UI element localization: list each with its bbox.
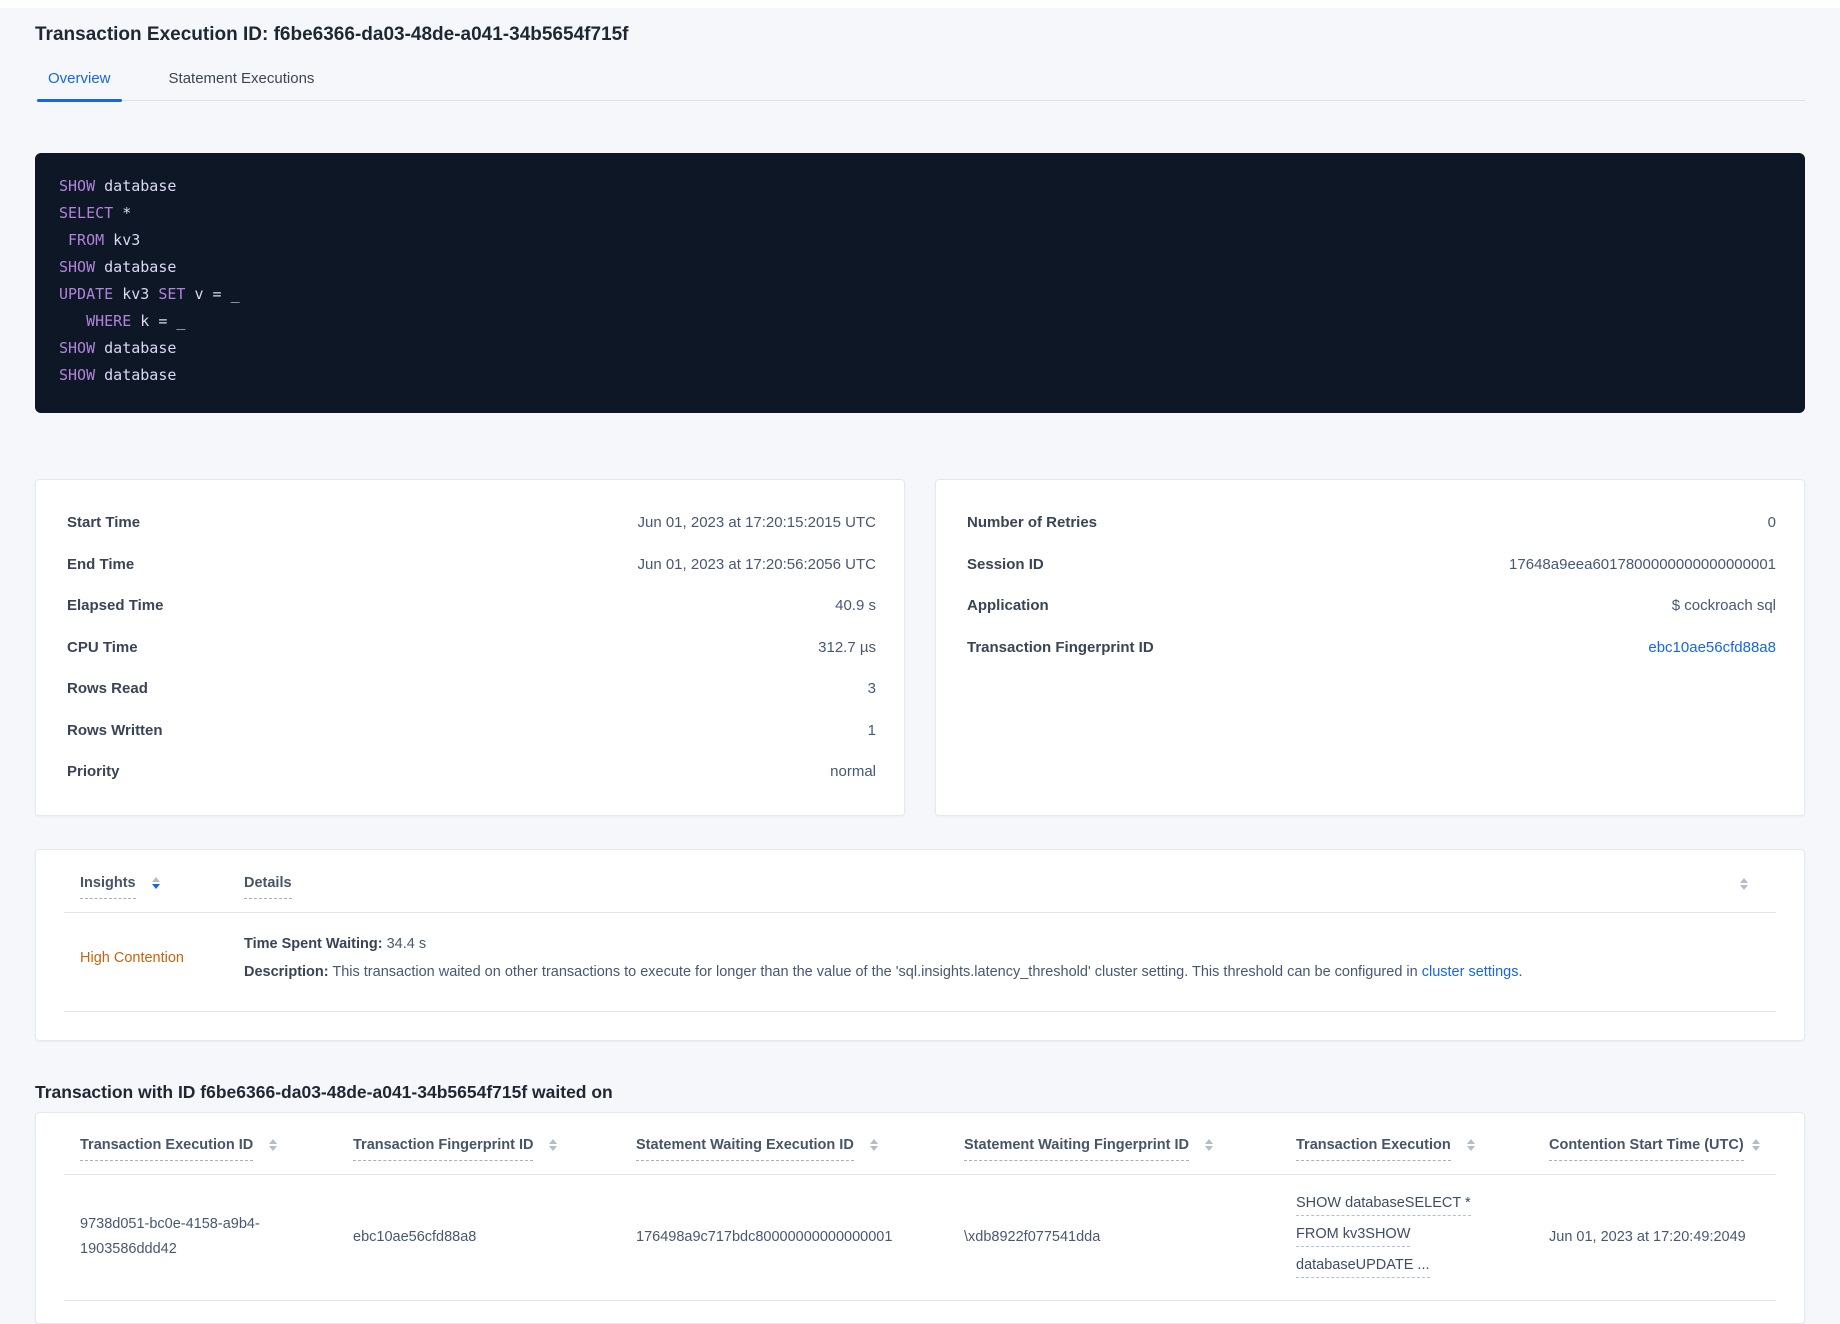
sort-icon[interactable]: [1205, 1138, 1214, 1151]
retries-value: 0: [1767, 514, 1776, 532]
summary-row: Rows Written 1: [67, 710, 876, 752]
summary-label: CPU Time: [67, 638, 138, 656]
summary-label: End Time: [67, 555, 135, 573]
divider: [64, 1299, 1776, 1301]
tab-statement-executions[interactable]: Statement Executions: [169, 70, 315, 100]
summary-label: Rows Written: [67, 721, 163, 739]
summary-row: End Time Jun 01, 2023 at 17:20:56:2056 UT…: [67, 544, 876, 586]
sort-icon[interactable]: [1740, 877, 1748, 890]
description-text: This transaction waited on other transac…: [328, 963, 1422, 980]
sql-line: WHERE k = _: [86, 312, 186, 330]
sql-line: SHOW database: [59, 366, 177, 384]
column-header-transaction-execution-id[interactable]: Transaction Execution ID: [80, 1137, 254, 1161]
cluster-settings-link[interactable]: cluster settings: [1422, 964, 1519, 980]
waited-on-heading: Transaction with ID f6be6366-da03-48de-a…: [35, 1081, 613, 1102]
insights-table: Insights Details High Contention Time Sp…: [35, 848, 1805, 1041]
sql-preview-line: databaseUPDATE ...: [1296, 1257, 1430, 1278]
summary-row: Priority normal: [67, 751, 876, 793]
sql-line: SHOW database: [59, 339, 177, 357]
summary-label: Priority: [67, 763, 120, 781]
sql-line: SELECT *: [59, 204, 132, 222]
summary-row: Application $ cockroach sql: [967, 585, 1776, 627]
sql-line: SHOW database: [59, 258, 177, 276]
summary-label: Number of Retries: [967, 514, 1098, 532]
waited-on-table: Transaction Execution ID Transaction Fin…: [35, 1111, 1805, 1324]
description-suffix: .: [1518, 963, 1523, 980]
summary-label: Transaction Fingerprint ID: [967, 638, 1154, 656]
column-header-transaction-execution[interactable]: Transaction Execution: [1296, 1137, 1451, 1161]
contention-start-time-cell: Jun 01, 2023 at 17:20:49:2049: [1549, 1228, 1746, 1245]
sql-preview-line: FROM kv3SHOW: [1296, 1226, 1411, 1247]
top-strip: [0, 0, 1840, 8]
elapsed-time-value: 40.9 s: [835, 597, 876, 615]
rows-written-value: 1: [867, 721, 876, 739]
summary-row: Rows Read 3: [67, 668, 876, 710]
insights-table-header: Insights Details: [36, 850, 1804, 912]
transaction-fingerprint-id-cell: ebc10ae56cfd88a8: [353, 1228, 477, 1245]
column-header-details[interactable]: Details: [244, 875, 292, 899]
sort-desc-icon[interactable]: [151, 876, 160, 889]
insight-row: High Contention Time Spent Waiting: 34.4…: [36, 913, 1804, 1011]
column-header-statement-waiting-execution-id[interactable]: Statement Waiting Execution ID: [636, 1137, 854, 1161]
summary-label: Elapsed Time: [67, 597, 164, 615]
sql-line: FROM kv3: [68, 231, 141, 249]
sql-line: UPDATE kv3 SET v = _: [59, 285, 240, 303]
column-header-insights[interactable]: Insights: [80, 875, 136, 899]
sort-icon[interactable]: [269, 1138, 278, 1151]
cpu-time-value: 312.7 µs: [818, 638, 876, 656]
session-id-value: 17648a9eea6017800000000000000001: [1509, 555, 1776, 573]
transaction-execution-link[interactable]: SHOW databaseSELECT * FROM kv3SHOW datab…: [1296, 1191, 1549, 1284]
sort-icon[interactable]: [1752, 1138, 1760, 1151]
statement-waiting-execution-id-cell: 176498a9c717bdc80000000000000001: [636, 1228, 893, 1245]
table-row: 9738d051-bc0e-4158-a9b4-1903586ddd42 ebc…: [36, 1175, 1804, 1300]
tab-bar: Overview Statement Executions: [35, 70, 1805, 102]
summary-row: Transaction Fingerprint ID ebc10ae56cfd88…: [967, 627, 1776, 669]
waited-on-table-header: Transaction Execution ID Transaction Fin…: [36, 1113, 1804, 1161]
sort-icon[interactable]: [869, 1138, 878, 1151]
summary-row: Elapsed Time 40.9 s: [67, 585, 876, 627]
summary-label: Application: [967, 597, 1049, 615]
tab-overview[interactable]: Overview: [37, 70, 121, 102]
summary-card-timing: Start Time Jun 01, 2023 at 17:20:15:2015 …: [35, 479, 905, 816]
start-time-value: Jun 01, 2023 at 17:20:15:2015 UTC: [637, 514, 876, 532]
time-spent-waiting-value: 34.4 s: [382, 935, 427, 952]
summary-row: Start Time Jun 01, 2023 at 17:20:15:2015 …: [67, 502, 876, 544]
page-title: Transaction Execution ID: f6be6366-da03-…: [35, 24, 629, 45]
description-label: Description:: [244, 963, 329, 980]
sort-icon[interactable]: [1466, 1138, 1475, 1151]
summary-row: Number of Retries 0: [967, 502, 1776, 544]
divider: [64, 1010, 1776, 1012]
summary-row: Session ID 17648a9eea60178000000000000000…: [967, 544, 1776, 586]
summary-label: Rows Read: [67, 680, 148, 698]
summary-row: CPU Time 312.7 µs: [67, 627, 876, 669]
sql-preview-line: SHOW databaseSELECT *: [1296, 1195, 1471, 1216]
application-value: $ cockroach sql: [1671, 597, 1776, 615]
column-header-transaction-fingerprint-id[interactable]: Transaction Fingerprint ID: [353, 1137, 534, 1161]
summary-label: Start Time: [67, 514, 141, 532]
transaction-fingerprint-link[interactable]: ebc10ae56cfd88a8: [1648, 639, 1776, 656]
priority-value: normal: [830, 763, 876, 781]
time-spent-waiting-label: Time Spent Waiting:: [244, 935, 383, 952]
statement-waiting-fingerprint-id-cell: \xdb8922f077541dda: [964, 1228, 1101, 1245]
summary-label: Session ID: [967, 555, 1044, 573]
column-header-statement-waiting-fingerprint-id[interactable]: Statement Waiting Fingerprint ID: [964, 1137, 1190, 1161]
summary-card-session: Number of Retries 0 Session ID 17648a9eea6…: [935, 479, 1805, 816]
column-header-contention-start-time[interactable]: Contention Start Time (UTC): [1549, 1137, 1744, 1161]
insight-details: Time Spent Waiting: 34.4 s Description: …: [244, 933, 1760, 983]
transaction-execution-id-cell: 9738d051-bc0e-4158-a9b4-1903586ddd42: [80, 1216, 260, 1257]
end-time-value: Jun 01, 2023 at 17:20:56:2056 UTC: [637, 555, 876, 573]
sql-line: SHOW database: [59, 177, 177, 195]
sort-icon[interactable]: [549, 1138, 558, 1151]
rows-read-value: 3: [867, 680, 876, 698]
transaction-sql-statements: SHOW database SELECT * FROM kv3 SHOW datab…: [35, 153, 1805, 413]
high-contention-badge: High Contention: [80, 949, 184, 966]
